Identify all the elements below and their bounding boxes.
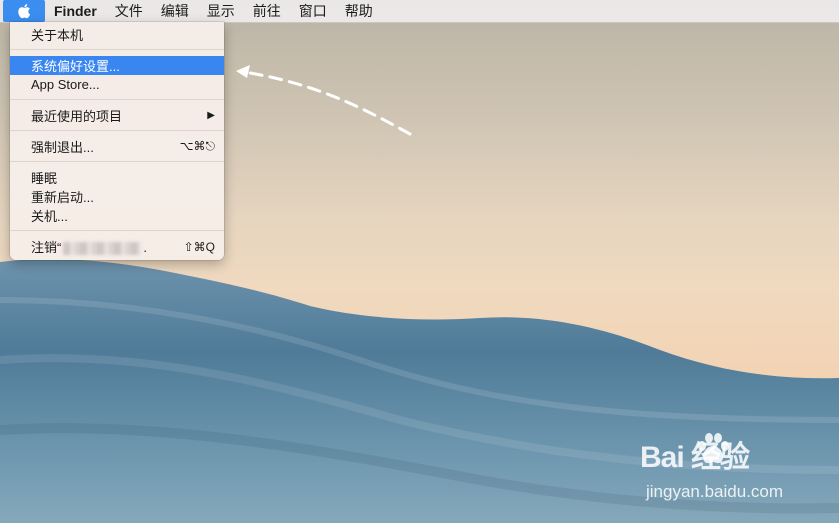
keyboard-shortcut: ⇧⌘Q: [183, 239, 215, 254]
menu-item-label: 关机...: [31, 209, 68, 224]
menu-go[interactable]: 前往: [244, 0, 290, 22]
menu-window[interactable]: 窗口: [290, 0, 336, 22]
menu-edit[interactable]: 编辑: [152, 0, 198, 22]
menu-help[interactable]: 帮助: [336, 0, 382, 22]
apple-dropdown-menu: 关于本机 系统偏好设置... App Store... 最近使用的项目 ▶ 强制…: [10, 22, 224, 260]
menu-item-sleep[interactable]: 睡眠: [10, 168, 224, 187]
menu-item-about-this-mac[interactable]: 关于本机: [10, 25, 224, 44]
menu-item-restart[interactable]: 重新启动...: [10, 187, 224, 206]
menu-item-shut-down[interactable]: 关机...: [10, 206, 224, 225]
menu-item-label: 睡眠: [31, 171, 58, 186]
menu-separator: [10, 161, 224, 162]
menu-item-label: 重新启动...: [31, 190, 94, 205]
menu-separator: [10, 230, 224, 231]
menu-item-label: 注销“.: [10, 237, 147, 256]
menu-item-label: App Store...: [31, 77, 100, 92]
keyboard-shortcut: ⌥⌘⎋: [179, 139, 215, 153]
menu-item-recent-items[interactable]: 最近使用的项目 ▶: [10, 106, 224, 125]
menu-file[interactable]: 文件: [106, 0, 152, 22]
watermark-url: jingyan.baidu.com: [646, 482, 784, 501]
menu-separator: [10, 99, 224, 100]
submenu-arrow-icon: ▶: [207, 110, 215, 121]
menu-view[interactable]: 显示: [198, 0, 244, 22]
baidu-jingyan-watermark: Bai 经验 jingyan.baidu.com: [640, 432, 830, 508]
apple-logo-icon: [17, 3, 31, 19]
menu-item-app-store[interactable]: App Store...: [10, 75, 224, 94]
menu-item-label: 系统偏好设置...: [31, 59, 120, 74]
menu-item-log-out[interactable]: 注销“. ⇧⌘Q: [10, 237, 224, 256]
logout-suffix: .: [143, 240, 147, 255]
menu-bar: Finder 文件 编辑 显示 前往 窗口 帮助: [0, 0, 839, 23]
menu-separator: [10, 130, 224, 131]
menu-item-label: 关于本机: [31, 28, 84, 43]
logout-prefix: 注销“: [31, 240, 62, 255]
menu-finder[interactable]: Finder: [45, 0, 106, 22]
menu-item-force-quit[interactable]: 强制退出... ⌥⌘⎋: [10, 137, 224, 156]
menu-item-system-preferences[interactable]: 系统偏好设置...: [10, 56, 224, 75]
dashed-arrow-annotation: [236, 65, 412, 136]
redacted-username: [63, 242, 142, 256]
menu-item-label: 强制退出...: [31, 140, 94, 155]
paw-icon: [698, 433, 729, 464]
apple-menu-button[interactable]: [3, 0, 45, 22]
menu-separator: [10, 49, 224, 50]
menu-item-label: 最近使用的项目: [31, 109, 123, 124]
